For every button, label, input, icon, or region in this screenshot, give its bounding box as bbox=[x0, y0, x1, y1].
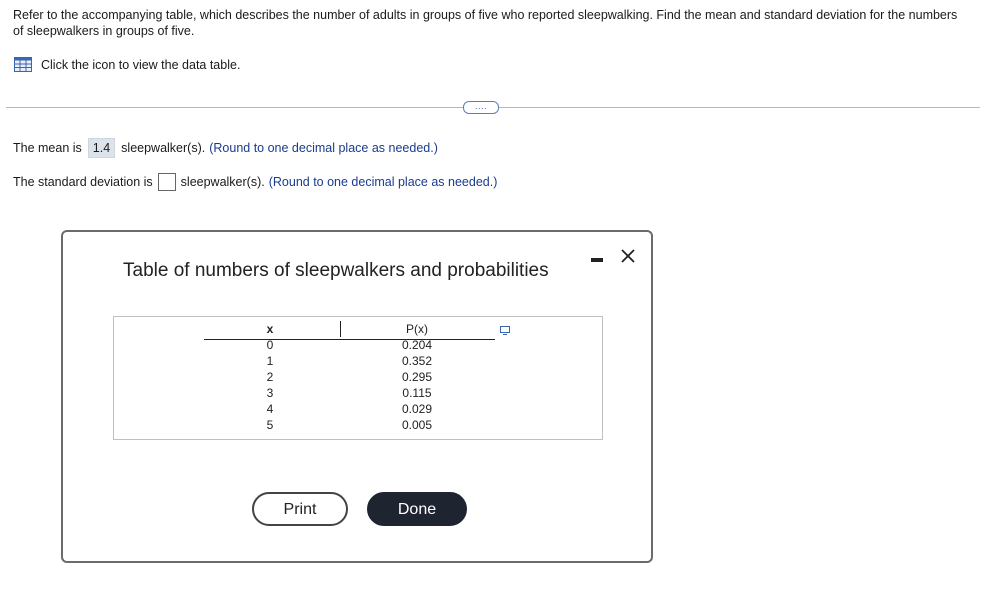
data-table-modal: Table of numbers of sleepwalkers and pro… bbox=[61, 230, 653, 563]
table-cell: 0.115 bbox=[402, 386, 432, 400]
sd-prefix: The standard deviation is bbox=[13, 175, 153, 189]
table-cell: 0.352 bbox=[401, 354, 433, 368]
modal-title: Table of numbers of sleepwalkers and pro… bbox=[123, 260, 549, 281]
copy-icon[interactable] bbox=[500, 326, 510, 335]
data-table-link[interactable]: Click the icon to view the data table. bbox=[14, 57, 240, 72]
table-cell: 0.029 bbox=[401, 402, 433, 416]
table-cell: 0 bbox=[266, 338, 274, 352]
table-cell: 2 bbox=[266, 370, 274, 384]
probability-table: x 0 1 2 3 4 5 P(x) 0.204 0.352 0.295 0.1… bbox=[113, 316, 603, 440]
x-header: x bbox=[266, 322, 274, 336]
mean-answer-field[interactable]: 1.4 bbox=[87, 138, 116, 158]
minimize-icon[interactable] bbox=[591, 258, 603, 262]
done-button[interactable]: Done bbox=[367, 492, 467, 526]
table-cell: 0.005 bbox=[401, 418, 433, 432]
mean-suffix: sleepwalker(s). bbox=[121, 141, 206, 155]
x-column: x 0 1 2 3 4 5 bbox=[264, 321, 276, 433]
table-cell: 4 bbox=[266, 402, 274, 416]
table-cell: 1 bbox=[266, 354, 274, 368]
mean-hint: (Round to one decimal place as needed.) bbox=[209, 141, 438, 155]
header-rule bbox=[204, 339, 495, 340]
table-icon[interactable] bbox=[14, 57, 32, 72]
header-separator bbox=[340, 321, 341, 337]
table-cell: 0.295 bbox=[401, 370, 433, 384]
sd-suffix: sleepwalker(s). bbox=[180, 175, 265, 189]
table-cell: 0.204 bbox=[401, 338, 433, 352]
table-cell: 5 bbox=[266, 418, 274, 432]
sd-answer-field[interactable] bbox=[157, 173, 176, 191]
mean-answer-line: The mean is 1.4 sleepwalker(s). (Round t… bbox=[13, 138, 438, 158]
mean-prefix: The mean is bbox=[13, 141, 82, 155]
sd-hint: (Round to one decimal place as needed.) bbox=[268, 175, 498, 189]
question-text: Refer to the accompanying table, which d… bbox=[13, 8, 958, 38]
print-button[interactable]: Print bbox=[252, 492, 348, 526]
px-header: P(x) bbox=[406, 322, 428, 336]
px-column: P(x) 0.204 0.352 0.295 0.115 0.029 0.005 bbox=[397, 321, 437, 433]
data-link-label[interactable]: Click the icon to view the data table. bbox=[41, 58, 240, 72]
table-cell: 3 bbox=[266, 386, 274, 400]
sd-answer-line: The standard deviation is sleepwalker(s)… bbox=[13, 173, 497, 191]
close-icon[interactable] bbox=[619, 247, 637, 265]
expand-more-button[interactable]: .... bbox=[463, 101, 499, 114]
